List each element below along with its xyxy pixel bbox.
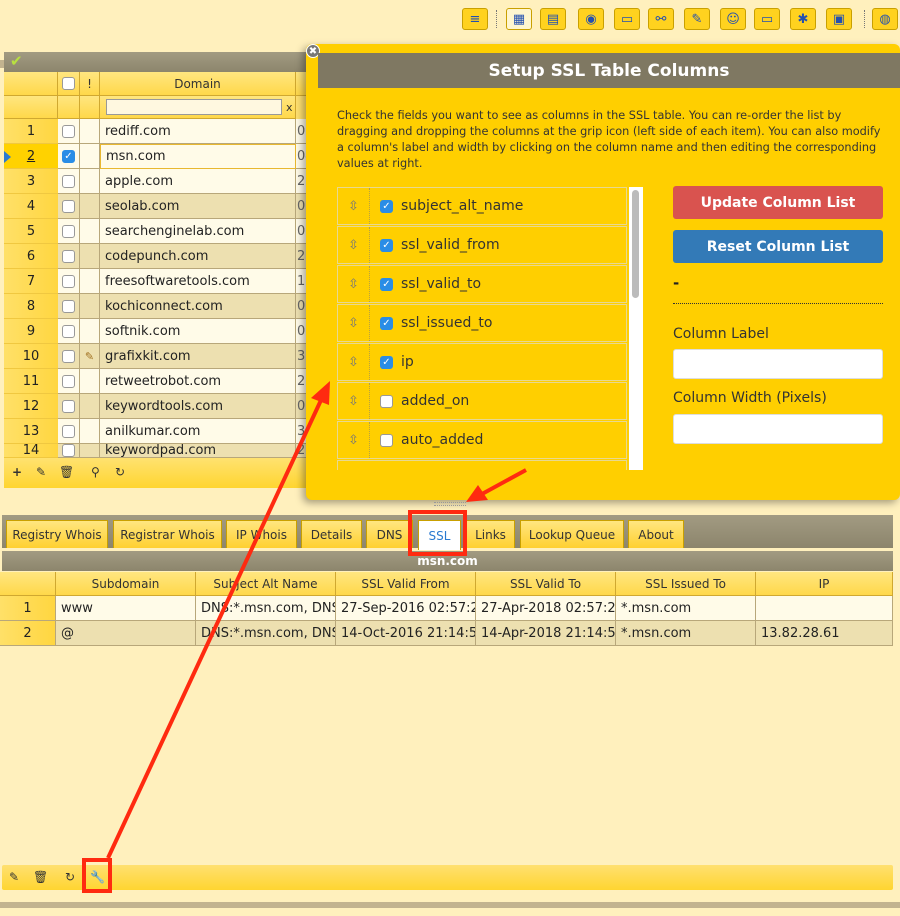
annotation-arrow-line	[106, 397, 324, 859]
annotation-arrowhead	[311, 381, 330, 405]
annotation-arrows	[106, 381, 527, 859]
annotation-arrow-line	[481, 468, 527, 496]
